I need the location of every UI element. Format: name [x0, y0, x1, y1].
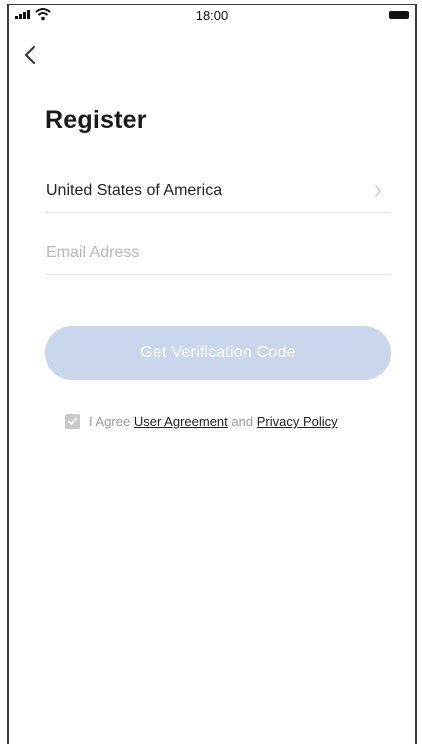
agreement-text: I Agree User Agreement and Privacy Polic… — [89, 414, 338, 429]
page-title: Register — [45, 106, 147, 134]
chevron-right-icon — [375, 185, 381, 197]
status-time: 18:00 — [195, 8, 229, 23]
agree-prefix: I Agree — [89, 414, 131, 429]
get-verification-code-button[interactable]: Get Verification Code — [45, 326, 391, 380]
email-field[interactable] — [45, 231, 391, 275]
chevron-left-icon[interactable] — [19, 41, 43, 69]
checkmark-icon — [68, 417, 77, 425]
phone-screen: 18:00 Register United States of America … — [7, 4, 417, 744]
status-bar: 18:00 — [9, 5, 415, 27]
country-selector[interactable]: United States of America — [45, 170, 391, 213]
agree-checkbox[interactable] — [65, 414, 80, 429]
privacy-policy-link[interactable]: Privacy Policy — [257, 414, 338, 429]
agree-conjunction: and — [231, 414, 254, 429]
user-agreement-link[interactable]: User Agreement — [134, 414, 228, 429]
country-value: United States of America — [46, 182, 223, 199]
battery-icon — [389, 11, 409, 19]
